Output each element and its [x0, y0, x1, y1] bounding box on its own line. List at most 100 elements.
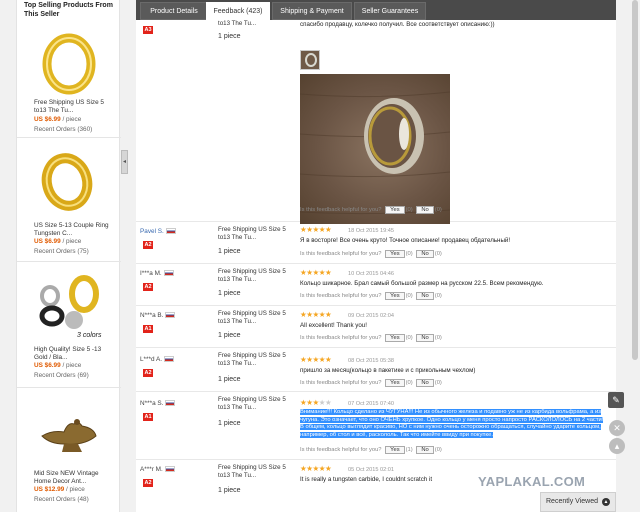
recently-viewed-label: Recently Viewed: [546, 498, 599, 505]
tab-shipping-payment[interactable]: Shipping & Payment: [272, 2, 352, 20]
helpful-yes-button[interactable]: Yes: [385, 206, 405, 214]
helpful-yes-button[interactable]: Yes: [385, 379, 405, 387]
feedback-date: 05 Oct 2015 02:01: [348, 467, 395, 473]
feedback-row: I***a M. A2 Free Shipping US Size 5 to13…: [136, 264, 616, 306]
product-price: US $6.99 / piece: [34, 362, 82, 369]
russia-flag-icon: [164, 356, 175, 363]
ordered-product-link[interactable]: Free Shipping US Size 5 to13 The Tu...: [218, 396, 292, 412]
gold-ring-image[interactable]: [34, 148, 104, 216]
ordered-product-link[interactable]: to13 The Tu...: [218, 20, 292, 28]
star-rating: ★★★★★: [300, 225, 332, 234]
tab-product-details[interactable]: Product Details: [140, 2, 208, 20]
buyer-level-badge: A2: [143, 283, 153, 291]
star-filled-icon: ★: [324, 310, 332, 319]
order-quantity: 1 piece: [218, 332, 241, 339]
tab-feedback[interactable]: Feedback (423): [206, 2, 270, 20]
product-price: US $6.99 / piece: [34, 116, 82, 123]
helpful-prompt: Is this feedback helpful for you? Yes (0)…: [300, 206, 442, 214]
product-title[interactable]: Free Shipping US Size 5 to13 The Tu...: [34, 99, 114, 115]
russia-flag-icon: [165, 228, 176, 235]
tab-seller-guarantees[interactable]: Seller Guarantees: [354, 2, 426, 20]
close-icon[interactable]: ✕: [609, 420, 625, 436]
feedback-date: 18 Oct 2015 19:45: [348, 228, 395, 234]
order-quantity: 1 piece: [218, 290, 241, 297]
chevron-up-icon[interactable]: ▴: [609, 438, 625, 454]
helpful-no-button[interactable]: No: [416, 292, 434, 300]
feedback-date: 07 Oct 2015 07:40: [348, 401, 395, 407]
buyer-name[interactable]: Pavel S.: [140, 228, 176, 235]
star-filled-icon: ★: [324, 464, 332, 473]
buyer-name: A***r M.: [140, 466, 175, 473]
helpful-prompt: Is this feedback helpful for you? Yes (0)…: [300, 334, 442, 342]
helpful-no-button[interactable]: No: [416, 446, 434, 454]
tab-bar: Product Details Feedback (423) Shipping …: [136, 0, 616, 20]
product-card[interactable]: Mid Size NEW Vintage Home Decor Ant... U…: [17, 388, 121, 512]
recent-orders: Recent Orders (48): [34, 496, 89, 503]
scrollbar-thumb[interactable]: [632, 0, 638, 360]
order-quantity: 1 piece: [218, 420, 241, 427]
product-title[interactable]: High Quality! Size 5 -13 Gold / Bla...: [34, 346, 114, 362]
helpful-prompt: Is this feedback helpful for you? Yes (0)…: [300, 379, 442, 387]
helpful-no-button[interactable]: No: [416, 379, 434, 387]
star-filled-icon: ★: [324, 355, 332, 364]
star-filled-icon: ★: [324, 268, 332, 277]
feedback-comment: Я в восторге! Все очень круто! Точное оп…: [300, 237, 511, 244]
recently-viewed-button[interactable]: Recently Viewed ▲: [540, 492, 616, 512]
recent-orders: Recent Orders (69): [34, 372, 89, 379]
ordered-product-link[interactable]: Free Shipping US Size 5 to13 The Tu...: [218, 268, 292, 284]
russia-flag-icon: [163, 270, 174, 277]
buyer-name: N***a B.: [140, 312, 176, 319]
star-rating: ★★★★★: [300, 355, 332, 364]
buyer-level-badge: A2: [143, 241, 153, 249]
helpful-no-button[interactable]: No: [416, 250, 434, 258]
buyer-name: I***a M.: [140, 270, 174, 277]
product-title[interactable]: Mid Size NEW Vintage Home Decor Ant...: [34, 470, 114, 486]
star-rating: ★★★★★: [300, 268, 332, 277]
ordered-product-link[interactable]: Free Shipping US Size 5 to13 The Tu...: [218, 352, 292, 368]
feedback-comment: спасибо продавцу, колечко получил. Все с…: [300, 21, 495, 28]
ordered-product-link[interactable]: Free Shipping US Size 5 to13 The Tu...: [218, 464, 292, 480]
feedback-comment: All excellent! Thank you!: [300, 322, 367, 329]
order-quantity: 1 piece: [218, 487, 241, 494]
feedback-row: N***a B. A1 Free Shipping US Size 5 to13…: [136, 306, 616, 348]
helpful-no-button[interactable]: No: [416, 206, 434, 214]
helpful-yes-button[interactable]: Yes: [385, 446, 405, 454]
colors-badge: 3 colors: [77, 332, 102, 339]
product-card[interactable]: US Size 5-13 Couple Ring Tungsten C... U…: [17, 138, 121, 262]
helpful-prompt: Is this feedback helpful for you? Yes (0)…: [300, 250, 442, 258]
recent-orders: Recent Orders (360): [34, 126, 93, 133]
russia-flag-icon: [164, 466, 175, 473]
ring-set-image[interactable]: [34, 270, 104, 338]
feedback-date: 10 Oct 2015 04:46: [348, 271, 395, 277]
edit-pencil-icon[interactable]: ✎: [608, 392, 624, 408]
ordered-product-link[interactable]: Free Shipping US Size 5 to13 The Tu...: [218, 226, 292, 242]
product-price: US $6.99 / piece: [34, 238, 82, 245]
helpful-yes-button[interactable]: Yes: [385, 250, 405, 258]
product-title[interactable]: US Size 5-13 Couple Ring Tungsten C...: [34, 222, 114, 238]
star-rating: ★★★★★: [300, 310, 332, 319]
aladdin-lamp-image[interactable]: [34, 402, 104, 470]
star-rating: ★★★★★: [300, 464, 332, 473]
helpful-no-button[interactable]: No: [416, 334, 434, 342]
collapse-sidebar-handle[interactable]: ◂: [121, 150, 128, 174]
buyer-name: L***d A.: [140, 356, 175, 363]
star-filled-icon: ★: [324, 225, 332, 234]
ordered-product-link[interactable]: Free Shipping US Size 5 to13 The Tu...: [218, 310, 292, 326]
feedback-row: A3 to13 The Tu... 1 piece спасибо продав…: [136, 20, 616, 224]
feedback-date: 09 Oct 2015 02:04: [348, 313, 395, 319]
gold-ring-image[interactable]: [34, 28, 104, 96]
order-quantity: 1 piece: [218, 376, 241, 383]
russia-flag-icon: [165, 400, 176, 407]
feedback-photo-thumbnail[interactable]: [300, 50, 320, 70]
product-card[interactable]: 3 colors High Quality! Size 5 -13 Gold /…: [17, 262, 121, 388]
product-card[interactable]: Free Shipping US Size 5 to13 The Tu... U…: [17, 12, 121, 138]
order-quantity: 1 piece: [218, 248, 241, 255]
feedback-photo[interactable]: [300, 74, 450, 224]
helpful-prompt: Is this feedback helpful for you? Yes (1)…: [300, 446, 442, 454]
helpful-yes-button[interactable]: Yes: [385, 292, 405, 300]
selected-text: Внимание!!! Кольцо сделано из ЧУГУНА!!! …: [300, 409, 604, 438]
buyer-level-badge: A3: [143, 26, 153, 34]
helpful-yes-button[interactable]: Yes: [385, 334, 405, 342]
buyer-level-badge: A1: [143, 413, 153, 421]
star-empty-icon: ★: [324, 398, 332, 407]
